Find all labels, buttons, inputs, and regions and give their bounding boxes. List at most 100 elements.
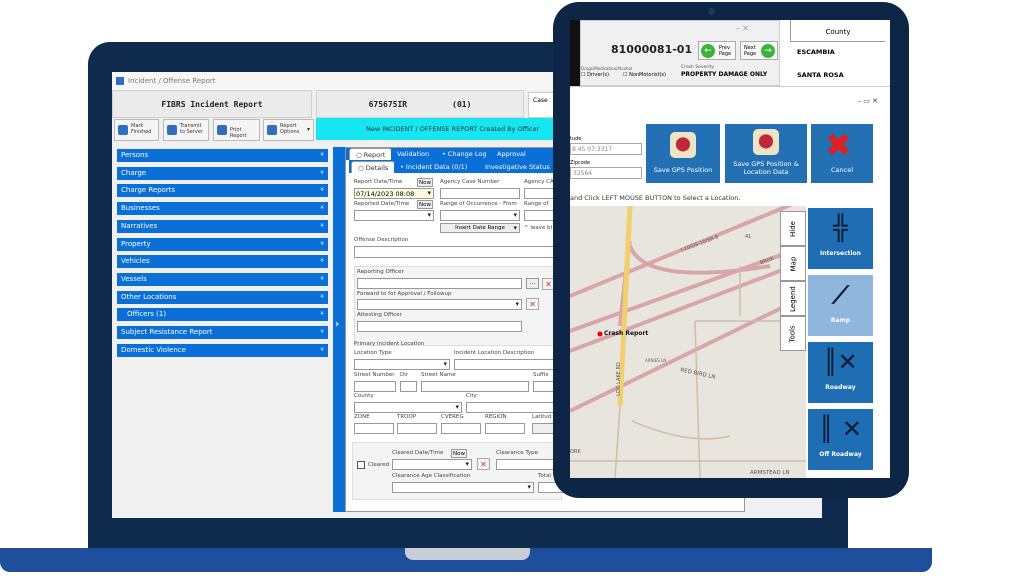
- dialog-controls[interactable]: – ▭ ✕: [858, 97, 878, 105]
- section-charge-reports[interactable]: Charge Reports »: [117, 184, 328, 198]
- lookup-button[interactable]: ...: [526, 278, 539, 289]
- tab-validation[interactable]: Validation: [391, 148, 436, 160]
- mark-finished-label: Mark Finished: [131, 123, 152, 135]
- map-tab-label: Hide: [789, 220, 797, 237]
- chevron-double-down-icon: »: [317, 311, 326, 316]
- section-domestic-violence[interactable]: Domestic Violence »: [117, 343, 328, 357]
- prev-page-button[interactable]: ← Prev Page: [698, 41, 736, 60]
- tile-roadway[interactable]: ║✕ Roadway: [808, 342, 873, 403]
- transmit-button[interactable]: Transmit to Server: [163, 119, 209, 141]
- section-vessels[interactable]: Vessels »: [117, 272, 328, 286]
- map-view[interactable]: Crash Report I-10/US-10/SR-8 LOG LAKE RD…: [570, 206, 806, 478]
- section-other-locations[interactable]: Other Locations »: [117, 290, 328, 304]
- agency-case-label: Agency Case Number: [440, 179, 500, 185]
- app-icon: [116, 77, 124, 85]
- region-field[interactable]: [485, 423, 525, 434]
- map-tab-map[interactable]: Map: [780, 246, 806, 281]
- subtab-incident-data[interactable]: • Incident Data (0/1): [394, 161, 474, 173]
- chevron-double-down-icon: »: [317, 328, 326, 334]
- nonmotorist-checkbox[interactable]: ☐ NonMotorist(s): [623, 72, 666, 78]
- tab-label: Approval: [497, 150, 526, 158]
- report-seq: (01): [452, 100, 472, 109]
- county-field[interactable]: [354, 402, 462, 413]
- save-gps-location-button[interactable]: ⬤ Save GPS Position & Location Data: [725, 124, 807, 183]
- report-datetime-field[interactable]: 07/14/2023 08:08: [354, 188, 434, 199]
- collapse-strip[interactable]: ›: [333, 147, 345, 512]
- arrow-left-icon: ←: [701, 44, 715, 58]
- street-number-label: Street Number: [354, 372, 395, 378]
- map-road-label: ARMSTEAD LN: [750, 470, 790, 476]
- now-button[interactable]: Now: [417, 200, 433, 209]
- clear-cleared-date-icon[interactable]: ✕: [477, 458, 490, 470]
- report-options-button[interactable]: Report Options ▾: [263, 119, 314, 141]
- crash-marker[interactable]: [597, 331, 603, 337]
- troop-field[interactable]: [397, 423, 437, 434]
- transmit-icon: [167, 125, 177, 135]
- chevron-double-down-icon: »: [317, 222, 326, 227]
- cleared-datetime-field[interactable]: [392, 459, 472, 470]
- range-from-field[interactable]: [440, 210, 520, 221]
- now-button[interactable]: Now: [451, 449, 467, 458]
- section-label: Charge: [121, 168, 147, 177]
- cleared-checkbox[interactable]: [357, 461, 365, 469]
- next-page-button[interactable]: Next Page →: [740, 41, 778, 60]
- clearance-age-field[interactable]: [392, 482, 534, 493]
- mark-finished-button[interactable]: Mark Finished: [114, 119, 159, 141]
- clear-forward-icon[interactable]: ✕: [526, 298, 539, 310]
- printer-icon: [217, 125, 227, 135]
- now-button[interactable]: Now: [417, 178, 433, 187]
- attesting-officer-field[interactable]: [357, 321, 522, 332]
- tile-label: Roadway: [825, 384, 856, 391]
- street-name-field[interactable]: [421, 381, 529, 392]
- insert-date-range-dropdown[interactable]: Insert Date Range: [440, 223, 520, 233]
- map-tab-legend[interactable]: Legend: [780, 281, 806, 316]
- tab-report[interactable]: ○ Report: [349, 148, 393, 160]
- location-type-field[interactable]: [354, 359, 450, 370]
- section-label: Vehicles: [121, 257, 150, 266]
- tile-off-roadway[interactable]: ║ ✕ Off Roadway: [808, 409, 873, 470]
- tab-approval[interactable]: Approval: [491, 148, 532, 160]
- cvereg-field[interactable]: [441, 423, 481, 434]
- region-label: REGION: [485, 414, 507, 420]
- reported-datetime-field[interactable]: [354, 210, 434, 221]
- map-tab-tools[interactable]: Tools: [780, 316, 806, 351]
- section-subject-resistance-report[interactable]: Subject Resistance Report »: [117, 326, 328, 339]
- road-diagram-icon: ║ ✕: [819, 415, 862, 443]
- section-charge[interactable]: Charge »: [117, 166, 328, 180]
- map-tab-hide[interactable]: Hide: [780, 211, 806, 246]
- print-report-button[interactable]: Print Report: [213, 119, 260, 141]
- tile-ramp[interactable]: ⟋ Ramp: [808, 275, 873, 336]
- subtab-investigative-status[interactable]: Investigative Status: [471, 161, 558, 173]
- driver-label: Driver(s): [587, 72, 609, 78]
- section-vehicles[interactable]: Vehicles »: [117, 255, 328, 269]
- street-number-field[interactable]: [354, 381, 396, 392]
- tile-intersection[interactable]: ╬ Intersection: [808, 208, 873, 269]
- section-businesses[interactable]: Businesses »: [117, 202, 328, 216]
- subtab-details[interactable]: ○ Details: [351, 161, 396, 173]
- reporting-officer-field[interactable]: [357, 278, 522, 289]
- road-diagram-icon: ╬: [833, 214, 848, 242]
- section-label: Narratives: [121, 221, 158, 230]
- forward-field[interactable]: [357, 299, 522, 310]
- section-narratives[interactable]: Narratives »: [117, 219, 328, 233]
- section-property[interactable]: Property »: [117, 237, 328, 251]
- camera-icon: [708, 8, 715, 15]
- clearance-age-label: Clearance Age Classification: [392, 473, 471, 479]
- city-field[interactable]: [466, 402, 564, 413]
- longitude-field[interactable]: 8 45 07.3317: [570, 143, 642, 155]
- tab-change-log[interactable]: • Change Log: [436, 148, 493, 160]
- county-label: County: [354, 393, 374, 399]
- section-persons[interactable]: Persons »: [117, 149, 328, 162]
- agency-case-field[interactable]: [440, 188, 520, 199]
- tile-label: Ramp: [830, 317, 851, 324]
- location-desc-field[interactable]: [454, 359, 564, 370]
- save-gps-button[interactable]: ⬤ Save GPS Position: [646, 124, 720, 183]
- zipcode-field[interactable]: 32564: [570, 167, 642, 179]
- offense-description-field[interactable]: [354, 246, 554, 258]
- section-officers[interactable]: Officers (1) »: [117, 308, 328, 322]
- dir-field[interactable]: [400, 381, 417, 392]
- total-label: Total: [538, 473, 551, 479]
- zone-field[interactable]: [354, 423, 394, 434]
- driver-checkbox[interactable]: ☐ Driver(s): [581, 72, 609, 78]
- cancel-button[interactable]: ✖ Cancel: [811, 124, 873, 183]
